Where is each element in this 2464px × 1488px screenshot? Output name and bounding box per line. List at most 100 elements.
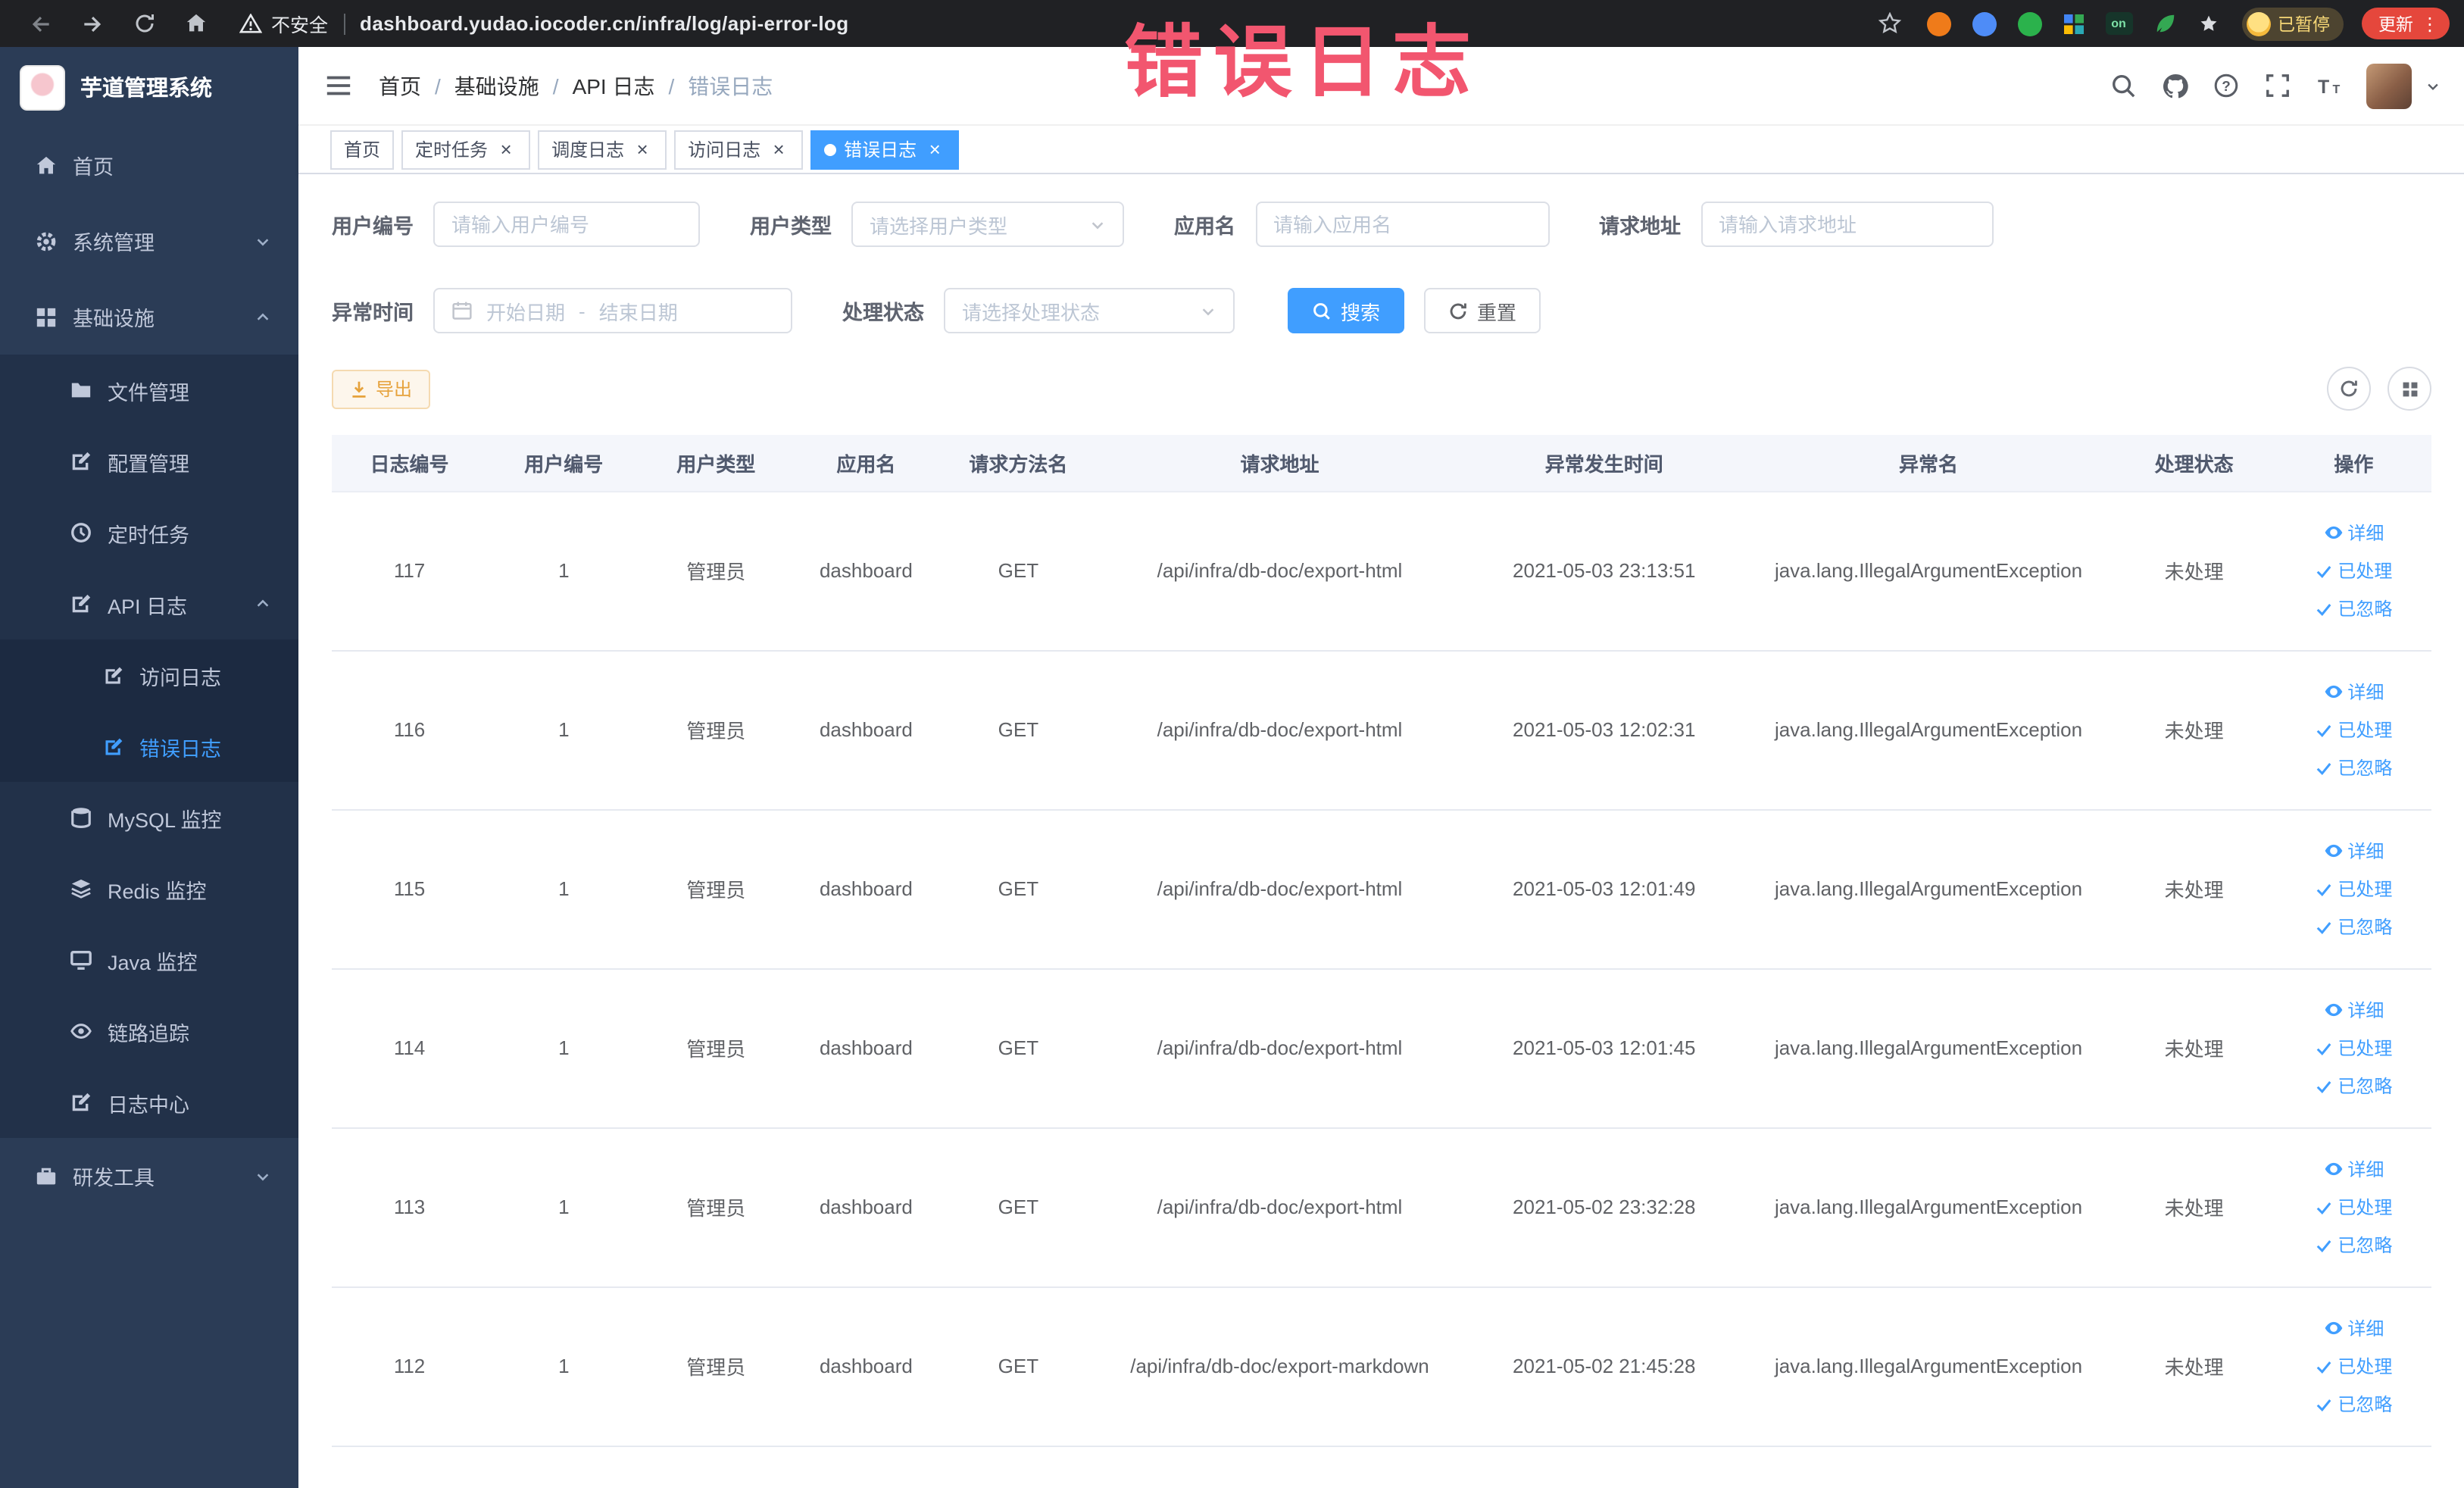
update-button[interactable]: 更新 ⋮ — [2362, 8, 2450, 39]
browser-home-icon[interactable] — [182, 10, 209, 37]
action-ignored-link[interactable]: 已忽略 — [2315, 1391, 2392, 1417]
sidebar-item-java-monitor[interactable]: Java 监控 — [0, 924, 298, 996]
app-name-input[interactable] — [1255, 202, 1549, 247]
cell-user_type: 管理员 — [640, 491, 792, 651]
app-logo[interactable]: 芋道管理系统 — [0, 47, 298, 127]
sidebar-item-file-mgmt[interactable]: 文件管理 — [0, 355, 298, 426]
action-processed-link[interactable]: 已处理 — [2315, 1353, 2392, 1379]
tab-close-icon[interactable]: × — [495, 139, 517, 160]
security-indicator[interactable]: 不安全 — [239, 9, 328, 38]
sidebar-item-dev-tools[interactable]: 研发工具 — [0, 1138, 298, 1214]
browser-back-icon[interactable] — [27, 10, 55, 37]
action-processed-link[interactable]: 已处理 — [2315, 1194, 2392, 1220]
action-processed-link[interactable]: 已处理 — [2315, 558, 2392, 583]
tab-close-icon[interactable]: × — [768, 139, 789, 160]
sidebar-collapse-icon[interactable] — [323, 70, 353, 101]
eye-icon — [70, 1020, 92, 1043]
breadcrumb-api-log[interactable]: API 日志 — [573, 70, 655, 101]
cell-time: 2021-05-02 23:32:28 — [1463, 1127, 1745, 1287]
sidebar-item-log-center[interactable]: 日志中心 — [0, 1067, 298, 1138]
cell-log_id: 112 — [332, 1286, 488, 1446]
sidebar-item-infrastructure[interactable]: 基础设施 — [0, 279, 298, 355]
url-bar[interactable]: dashboard.yudao.iocoder.cn/infra/log/api… — [360, 12, 849, 35]
sidebar-item-access-log[interactable]: 访问日志 — [0, 639, 298, 711]
request-url-input[interactable] — [1700, 202, 1993, 247]
sidebar-item-system-mgmt[interactable]: 系统管理 — [0, 203, 298, 279]
action-detail-link[interactable]: 详细 — [2323, 679, 2384, 705]
breadcrumb-home[interactable]: 首页 — [379, 70, 421, 101]
extension-green-icon[interactable] — [2017, 11, 2041, 36]
action-ignored-link[interactable]: 已忽略 — [2315, 596, 2392, 621]
github-icon[interactable] — [2160, 71, 2189, 100]
submenu-api-log: 访问日志 错误日志 — [0, 639, 298, 782]
action-processed-link[interactable]: 已处理 — [2315, 717, 2392, 742]
sidebar-item-config-mgmt[interactable]: 配置管理 — [0, 426, 298, 497]
cell-app_name: dashboard — [792, 968, 941, 1128]
sidebar-item-home[interactable]: 首页 — [0, 127, 298, 203]
help-icon[interactable]: ? — [2212, 71, 2241, 100]
sidebar-item-trace[interactable]: 链路追踪 — [0, 996, 298, 1067]
user-avatar[interactable] — [2366, 63, 2412, 108]
extension-leaf-icon[interactable] — [2153, 12, 2176, 35]
tab-scheduled-task[interactable]: 定时任务 × — [401, 130, 531, 169]
column-settings-button[interactable] — [2387, 367, 2431, 411]
extension-blue-icon[interactable] — [1972, 11, 1996, 36]
fullscreen-icon[interactable] — [2263, 71, 2292, 100]
breadcrumb-infrastructure[interactable]: 基础设施 — [454, 70, 539, 101]
tab-error-log[interactable]: 错误日志 × — [810, 130, 960, 169]
extension-orange-icon[interactable] — [1926, 11, 1950, 36]
cell-user_id: 1 — [487, 491, 641, 651]
request-url-label: 请求地址 — [1599, 215, 1681, 238]
action-processed-link[interactable]: 已处理 — [2315, 1035, 2392, 1061]
chevron-down-icon — [255, 233, 271, 249]
action-detail-link[interactable]: 详细 — [2323, 1315, 2384, 1341]
extension-on-badge-icon[interactable]: on — [2105, 12, 2132, 35]
export-button[interactable]: 导出 — [332, 369, 431, 408]
search-icon[interactable] — [2109, 71, 2138, 100]
cell-status: 未处理 — [2112, 1286, 2276, 1446]
app-title: 芋道管理系统 — [80, 77, 212, 102]
refresh-table-button[interactable] — [2327, 367, 2371, 411]
action-ignored-link[interactable]: 已忽略 — [2315, 1073, 2392, 1099]
search-button[interactable]: 搜索 — [1288, 288, 1405, 333]
user-id-input[interactable] — [433, 202, 700, 247]
sidebar-item-redis-monitor[interactable]: Redis 监控 — [0, 853, 298, 924]
exception-time-range-picker[interactable]: 开始日期 - 结束日期 — [433, 288, 792, 333]
action-detail-link[interactable]: 详细 — [2323, 1156, 2384, 1182]
action-detail-link[interactable]: 详细 — [2323, 838, 2384, 864]
col-method: 请求方法名 — [940, 435, 1096, 492]
browser-profile-chip[interactable]: 已暂停 — [2241, 7, 2344, 40]
svg-text:T: T — [2332, 83, 2340, 95]
action-processed-link[interactable]: 已处理 — [2315, 876, 2392, 902]
breadcrumb: 首页 / 基础设施 / API 日志 / 错误日志 — [379, 70, 773, 101]
action-detail-link[interactable]: 详细 — [2323, 520, 2384, 545]
sidebar-item-mysql-monitor[interactable]: MySQL 监控 — [0, 782, 298, 853]
browser-forward-icon[interactable] — [79, 10, 106, 37]
tab-home[interactable]: 首页 — [330, 130, 395, 169]
sidebar-item-error-log[interactable]: 错误日志 — [0, 711, 298, 782]
tab-dispatch-log[interactable]: 调度日志 × — [538, 130, 667, 169]
bookmark-star-icon[interactable] — [1876, 10, 1903, 37]
extension-grid-icon[interactable] — [2063, 13, 2084, 34]
font-size-icon[interactable]: TT — [2315, 71, 2344, 100]
tab-access-log[interactable]: 访问日志 × — [674, 130, 804, 169]
sidebar-item-api-log[interactable]: API 日志 — [0, 568, 298, 639]
action-ignored-link[interactable]: 已忽略 — [2315, 914, 2392, 939]
browser-menu-dots-icon[interactable]: ⋮ — [2421, 14, 2439, 33]
avatar-caret-icon[interactable] — [2425, 78, 2441, 93]
action-ignored-link[interactable]: 已忽略 — [2315, 755, 2392, 780]
cell-actions: 详细 已处理 已忽略 — [2275, 491, 2431, 651]
tab-close-icon[interactable]: × — [632, 139, 653, 160]
process-status-select[interactable]: 请选择处理状态 — [944, 288, 1235, 333]
sidebar-item-scheduled-task[interactable]: 定时任务 — [0, 497, 298, 568]
action-ignored-link[interactable]: 已忽略 — [2315, 1232, 2392, 1258]
extension-paw-icon[interactable] — [2197, 13, 2219, 34]
user-type-select[interactable]: 请选择用户类型 — [851, 202, 1124, 247]
action-detail-link[interactable]: 详细 — [2323, 997, 2384, 1023]
cell-log_id: 114 — [332, 968, 488, 1128]
col-app-name: 应用名 — [792, 435, 941, 492]
cell-method: GET — [940, 1127, 1096, 1287]
tab-close-icon[interactable]: × — [924, 139, 945, 160]
browser-reload-icon[interactable] — [130, 10, 158, 37]
reset-button[interactable]: 重置 — [1424, 288, 1541, 333]
